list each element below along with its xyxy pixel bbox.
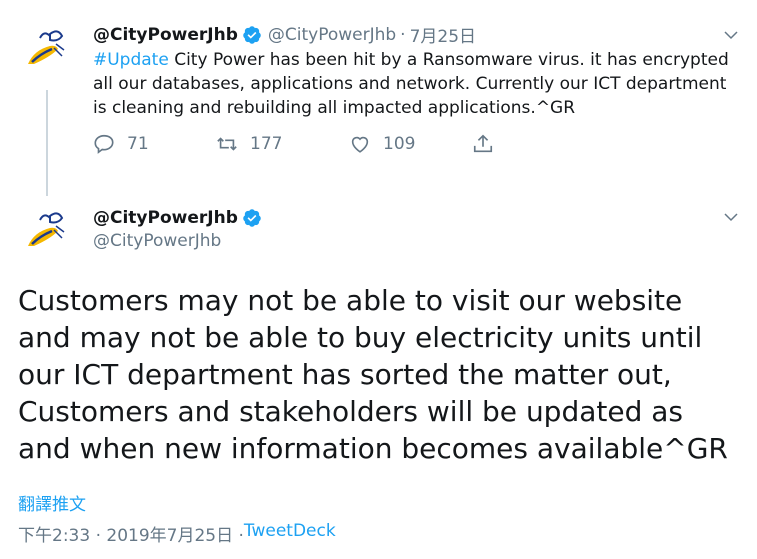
- like-button[interactable]: 109: [349, 133, 472, 155]
- verified-icon: [243, 25, 261, 44]
- avatar[interactable]: [20, 24, 70, 74]
- handle[interactable]: @CityPowerJhb: [268, 25, 396, 45]
- thread-connector-line: [46, 90, 48, 196]
- tweet-reply-parent[interactable]: @CityPowerJhb @CityPowerJhb · 7月25日 #Upd…: [0, 0, 757, 196]
- separator: ·: [400, 24, 406, 45]
- tweet-timestamp[interactable]: 下午2:33 · 2019年7月25日 ·: [18, 521, 244, 546]
- translate-tweet-link[interactable]: 翻譯推文: [18, 490, 86, 515]
- city-power-logo-icon: [20, 24, 70, 74]
- city-power-logo-icon: [20, 206, 70, 256]
- tweet-actions: 71 177 109: [93, 133, 506, 155]
- hashtag-link[interactable]: #Update: [93, 50, 169, 70]
- share-button[interactable]: [472, 133, 506, 155]
- tweet-source-link[interactable]: TweetDeck: [244, 521, 336, 546]
- share-icon: [473, 134, 493, 153]
- display-name[interactable]: @CityPowerJhb: [93, 25, 238, 45]
- like-count: 109: [383, 134, 416, 154]
- display-name[interactable]: @CityPowerJhb: [93, 208, 238, 228]
- retweet-icon: [217, 137, 237, 151]
- tweet-text-body: City Power has been hit by a Ransomware …: [93, 50, 729, 118]
- reply-icon: [94, 134, 114, 154]
- avatar[interactable]: [20, 206, 70, 256]
- verified-icon: [243, 209, 261, 227]
- tweet-header: @CityPowerJhb @CityPowerJhb · 7月25日: [93, 22, 476, 48]
- reply-button[interactable]: 71: [93, 133, 216, 155]
- reply-count: 71: [127, 134, 149, 154]
- handle[interactable]: @CityPowerJhb: [93, 231, 268, 251]
- retweet-count: 177: [250, 134, 283, 154]
- tweet-date[interactable]: 7月25日: [410, 22, 476, 47]
- tweet-metadata: 下午2:33 · 2019年7月25日 · TweetDeck: [18, 521, 336, 546]
- chevron-down-icon[interactable]: [722, 208, 740, 226]
- like-icon: [351, 136, 369, 153]
- chevron-down-icon[interactable]: [722, 26, 740, 44]
- retweet-button[interactable]: 177: [216, 133, 349, 155]
- tweet-text: #Update City Power has been hit by a Ran…: [93, 48, 743, 120]
- tweet-header: @CityPowerJhb @CityPowerJhb: [93, 208, 268, 251]
- tweet-text: Customers may not be able to visit our w…: [18, 284, 728, 465]
